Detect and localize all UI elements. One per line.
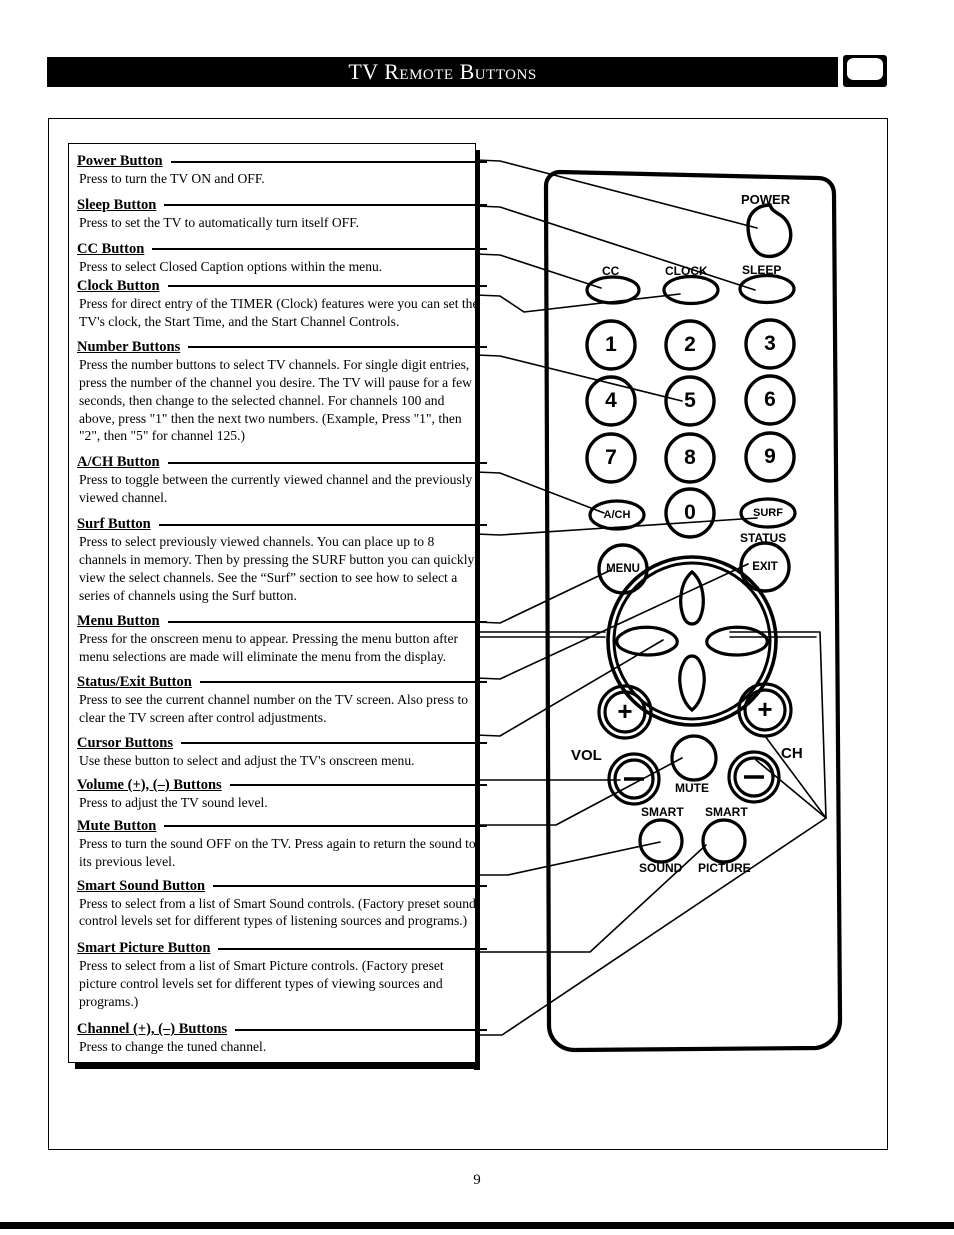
- entry-body: Press to change the tuned channel.: [79, 1039, 267, 1055]
- leader-rule: [167, 285, 487, 288]
- entry-smart-picture: Smart Picture Button Press to select fro…: [77, 940, 487, 1011]
- label-smart-sound-top: SMART: [641, 805, 684, 819]
- leader-rule: [152, 248, 487, 251]
- label-number-5: 5: [684, 389, 696, 412]
- entry-sleep: Sleep Button Press to set the TV to auto…: [77, 196, 487, 232]
- entry-heading: Number Buttons: [77, 338, 181, 355]
- label-smart-sound-bottom: SOUND: [639, 861, 683, 875]
- leader-rule: [164, 825, 487, 828]
- entry-volume: Volume (+), (–) Buttons Press to adjust …: [77, 776, 487, 812]
- label-menu: MENU: [606, 563, 640, 575]
- label-status: STATUS: [740, 531, 787, 545]
- entry-clock: Clock Button Press for direct entry of t…: [77, 277, 487, 331]
- entry-body: Press to select Closed Caption options w…: [79, 258, 383, 274]
- entry-body: Press the number buttons to select TV ch…: [79, 356, 472, 444]
- leader-rule: [167, 620, 487, 623]
- entry-heading: Smart Sound Button: [77, 877, 206, 894]
- text-box-shadow-bottom: [75, 1063, 480, 1069]
- label-cc: CC: [602, 264, 620, 278]
- label-number-0: 0: [684, 501, 696, 524]
- entry-body: Press for direct entry of the TIMER (Clo…: [79, 295, 479, 329]
- entry-body: Use these button to select and adjust th…: [79, 752, 415, 768]
- label-smart-picture-top: SMART: [705, 805, 748, 819]
- entry-body: Press to turn the TV ON and OFF.: [79, 171, 265, 186]
- label-number-1: 1: [605, 333, 617, 356]
- entry-heading: Menu Button: [77, 613, 160, 629]
- leader-rule: [167, 461, 487, 464]
- label-number-8: 8: [684, 446, 696, 469]
- leader-rule: [181, 742, 487, 745]
- entry-channel: Channel (+), (–) Buttons Press to change…: [77, 1021, 487, 1056]
- label-ach: A/CH: [603, 509, 631, 521]
- label-surf: SURF: [753, 507, 783, 519]
- entry-mute: Mute Button Press to turn the sound OFF …: [77, 817, 487, 871]
- entry-number: Number Buttons Press the number buttons …: [77, 338, 487, 446]
- label-smart-picture-bottom: PICTURE: [698, 861, 751, 875]
- label-ch: CH: [781, 745, 803, 762]
- leader-rule: [188, 346, 487, 349]
- leader-rule: [199, 681, 487, 684]
- button-descriptions-box: Power Button Press to turn the TV ON and…: [68, 143, 487, 1063]
- entry-heading: Volume (+), (–) Buttons: [77, 776, 222, 793]
- label-mute: MUTE: [675, 781, 709, 795]
- label-number-3: 3: [764, 332, 776, 355]
- entry-heading: Channel (+), (–) Buttons: [77, 1021, 228, 1038]
- leader-rule: [170, 160, 487, 163]
- entry-heading: CC Button: [77, 240, 145, 257]
- entry-body: Press to toggle between the currently vi…: [79, 472, 473, 506]
- entry-heading: A/CH Button: [77, 454, 160, 471]
- entry-smart-sound: Smart Sound Button Press to select from …: [77, 877, 487, 931]
- leader-rule: [213, 885, 487, 887]
- label-number-9: 9: [764, 445, 776, 468]
- entry-body: Press to set the TV to automatically tur…: [79, 214, 360, 230]
- label-exit: EXIT: [752, 561, 778, 573]
- entry-heading: Status/Exit Button: [77, 673, 192, 690]
- entry-body: Press to select from a list of Smart Sou…: [79, 895, 476, 929]
- leader-rule: [158, 523, 487, 526]
- entry-body: Press to turn the sound OFF on the TV. P…: [79, 835, 476, 869]
- entry-heading: Smart Picture Button: [77, 940, 211, 957]
- entry-body: Press to see the current channel number …: [79, 691, 469, 725]
- label-power: POWER: [741, 192, 791, 207]
- entry-heading: Mute Button: [77, 817, 157, 834]
- entry-body: Press to adjust the TV sound level.: [79, 794, 268, 810]
- label-clock: CLOCK: [665, 264, 708, 278]
- label-number-4: 4: [605, 389, 617, 412]
- leader-rule: [235, 1028, 487, 1031]
- entry-heading: Sleep Button: [77, 196, 157, 213]
- leader-rule: [164, 204, 487, 207]
- label-number-2: 2: [684, 333, 696, 356]
- entry-menu: Menu Button Press for the onscreen menu …: [77, 613, 487, 666]
- label-number-7: 7: [605, 446, 617, 469]
- label-volume-plus: +: [617, 695, 633, 726]
- label-number-6: 6: [764, 388, 776, 411]
- entry-status-exit: Status/Exit Button Press to see the curr…: [77, 673, 487, 727]
- entry-cursor: Cursor Buttons Use these button to selec…: [77, 734, 487, 770]
- entry-heading: Surf Button: [77, 516, 151, 533]
- entry-ach: A/CH Button Press to toggle between the …: [77, 454, 487, 507]
- leader-rule: [218, 947, 487, 950]
- entry-body: Press for the onscreen menu to appear. P…: [79, 631, 459, 664]
- entry-cc: CC Button Press to select Closed Caption…: [77, 240, 487, 276]
- entry-power: Power Button Press to turn the TV ON and…: [77, 153, 487, 188]
- entry-heading: Cursor Buttons: [77, 734, 174, 751]
- entry-body: Press to select from a list of Smart Pic…: [79, 958, 444, 1010]
- entry-heading: Clock Button: [77, 277, 160, 294]
- entry-body: Press to select previously viewed channe…: [79, 534, 475, 604]
- leader-rule: [229, 784, 487, 787]
- entry-surf: Surf Button Press to select previously v…: [77, 516, 487, 605]
- label-sleep: SLEEP: [742, 263, 782, 277]
- label-channel-plus: +: [757, 693, 773, 724]
- label-vol: VOL: [571, 747, 602, 764]
- entry-heading: Power Button: [77, 153, 163, 169]
